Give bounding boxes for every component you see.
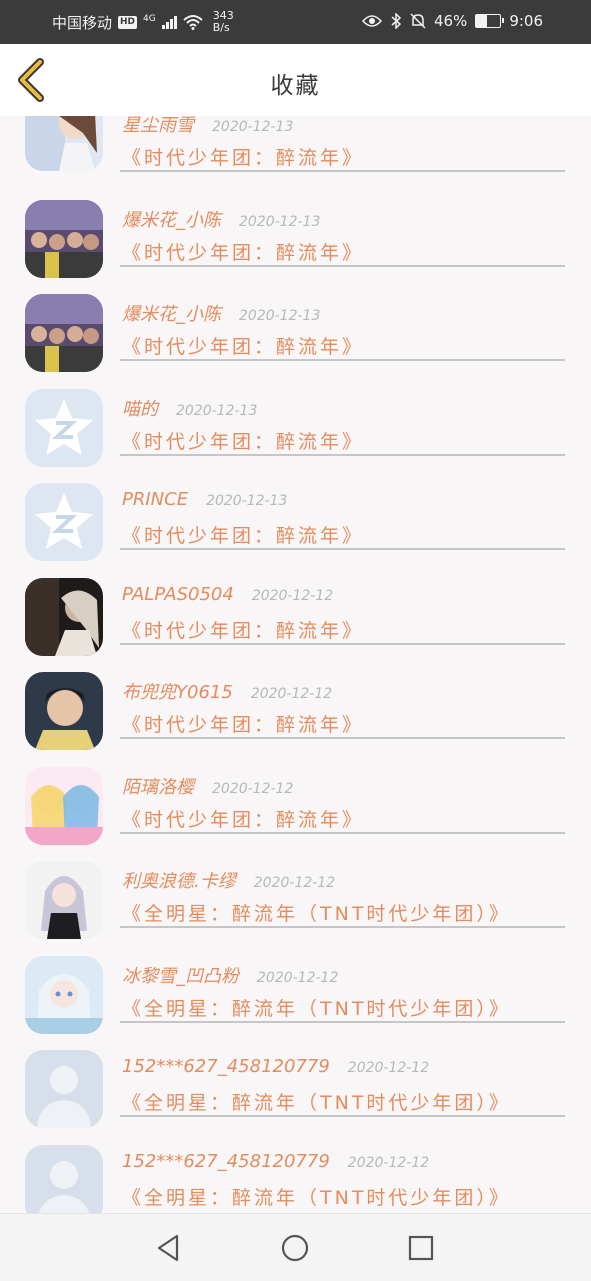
- favorite-title[interactable]: 《全明星：醉流年（TNT时代少年团）》: [122, 994, 511, 1021]
- battery-percent: 46%: [433, 12, 468, 30]
- post-date: 2020-12-12: [251, 587, 334, 604]
- qzone-star-avatar[interactable]: [25, 483, 103, 561]
- favorite-title[interactable]: 《时代少年团：醉流年》: [122, 805, 364, 832]
- list-item[interactable]: 爆米花_小陈 2020-12-13 《时代少年团：醉流年》: [0, 294, 591, 389]
- favorite-title[interactable]: 《时代少年团：醉流年》: [122, 616, 364, 643]
- divider: [120, 642, 565, 645]
- divider: [120, 737, 565, 739]
- username[interactable]: 爆米花_小陈: [122, 210, 221, 231]
- hd-badge: HD: [118, 15, 138, 29]
- list-item[interactable]: 爆米花_小陈 2020-12-13 《时代少年团：醉流年》: [0, 199, 591, 295]
- favorite-title[interactable]: 《全明星：醉流年（TNT时代少年团）》: [122, 1088, 511, 1115]
- boy-photo-avatar[interactable]: [25, 672, 103, 750]
- post-date: 2020-12-12: [257, 969, 339, 986]
- network-type: 4G: [143, 14, 156, 24]
- divider: [120, 1115, 565, 1117]
- username[interactable]: PALPAS0504: [122, 584, 234, 605]
- username[interactable]: 152***627_458120779: [122, 1151, 330, 1172]
- group-photo-avatar[interactable]: [25, 199, 103, 278]
- divider: [120, 264, 565, 267]
- dark-photo-avatar[interactable]: [25, 577, 103, 656]
- post-date: 2020-12-13: [239, 308, 321, 324]
- divider: [120, 1020, 565, 1023]
- anime-girls-avatar[interactable]: [25, 766, 103, 845]
- page-title: 收藏: [270, 73, 321, 99]
- list-item[interactable]: 冰黎雪_凹凸粉 2020-12-12 《全明星：醉流年（TNT时代少年团）》: [0, 955, 591, 1051]
- favorite-title[interactable]: 《时代少年团：醉流年》: [122, 710, 364, 737]
- favorite-title[interactable]: 《全明星：醉流年（TNT时代少年团）》: [122, 1183, 511, 1210]
- group-photo-avatar[interactable]: [25, 294, 103, 372]
- list-item[interactable]: 152***627_458120779 2020-12-12 《全明星：醉流年（T…: [0, 1050, 591, 1145]
- header-bar: 收藏: [0, 44, 591, 116]
- default-person-avatar[interactable]: [25, 1144, 103, 1213]
- speed-unit: B/s: [212, 21, 230, 34]
- status-bar: 中国移动 HD 4G 343 B/s 46% 9:06: [0, 0, 591, 44]
- username[interactable]: 152***627_458120779: [122, 1056, 330, 1077]
- anime-couple-avatar[interactable]: [25, 116, 103, 171]
- carrier-label: 中国移动: [52, 13, 113, 32]
- post-date: 2020-12-13: [176, 402, 258, 419]
- eye-icon: [361, 15, 382, 27]
- favorite-title[interactable]: 《时代少年团：醉流年》: [122, 238, 364, 265]
- username[interactable]: 星尘雨雪: [122, 116, 194, 136]
- list-item[interactable]: PALPAS0504 2020-12-12 《时代少年团：醉流年》: [0, 577, 591, 673]
- divider: [120, 831, 565, 834]
- anime-blue-avatar[interactable]: [25, 955, 103, 1034]
- home-circle-icon[interactable]: [279, 1232, 311, 1264]
- network-speed: 343 B/s: [213, 10, 234, 34]
- back-triangle-icon[interactable]: [153, 1232, 185, 1264]
- post-date: 2020-12-13: [239, 213, 321, 230]
- divider: [120, 359, 565, 361]
- default-person-avatar[interactable]: [25, 1050, 103, 1128]
- list-item[interactable]: 喵的 2020-12-13 《时代少年团：醉流年》: [0, 388, 591, 484]
- post-date: 2020-12-13: [212, 119, 294, 135]
- post-date: 2020-12-12: [212, 780, 294, 797]
- post-date: 2020-12-12: [347, 1060, 430, 1076]
- username[interactable]: 喵的: [122, 399, 158, 420]
- mute-bell-icon: [410, 13, 426, 29]
- username[interactable]: 陌璃洛樱: [122, 777, 194, 798]
- favorite-title[interactable]: 《时代少年团：醉流年》: [122, 143, 364, 170]
- signal-icon: [161, 15, 177, 29]
- clock: 9:06: [509, 12, 543, 30]
- username[interactable]: 利奥浪德.卡缪: [122, 871, 236, 892]
- username[interactable]: 爆米花_小陈: [122, 304, 221, 325]
- post-date: 2020-12-13: [206, 493, 288, 509]
- favorite-title[interactable]: 《全明星：醉流年（TNT时代少年团）》: [122, 899, 511, 926]
- anime-dark-avatar[interactable]: [25, 861, 103, 939]
- divider: [120, 926, 565, 928]
- post-date: 2020-12-12: [250, 686, 333, 702]
- wifi-icon: [183, 15, 203, 30]
- favorite-title[interactable]: 《时代少年团：醉流年》: [122, 332, 364, 359]
- bluetooth-icon: [391, 13, 402, 29]
- recents-square-icon[interactable]: [405, 1232, 437, 1264]
- battery-icon: [475, 14, 505, 28]
- divider: [120, 453, 565, 456]
- list-item[interactable]: PRINCE 2020-12-13 《时代少年团：醉流年》: [0, 483, 591, 578]
- list-item[interactable]: 星尘雨雪 2020-12-13 《时代少年团：醉流年》: [0, 116, 591, 200]
- list-item[interactable]: 陌璃洛樱 2020-12-12 《时代少年团：醉流年》: [0, 766, 591, 862]
- list-item[interactable]: 利奥浪德.卡缪 2020-12-12 《全明星：醉流年（TNT时代少年团）》: [0, 861, 591, 956]
- divider: [120, 548, 565, 550]
- post-date: 2020-12-12: [253, 875, 336, 891]
- favorites-list[interactable]: 星尘雨雪 2020-12-13 《时代少年团：醉流年》 爆米花_小陈 2020-12…: [0, 116, 591, 1213]
- list-item[interactable]: 152***627_458120779 2020-12-12 《全明星：醉流年（T…: [0, 1144, 591, 1213]
- qzone-star-avatar[interactable]: [25, 388, 103, 467]
- favorite-title[interactable]: 《时代少年团：醉流年》: [122, 521, 364, 548]
- favorite-title[interactable]: 《时代少年团：醉流年》: [122, 427, 364, 454]
- divider: [120, 170, 565, 172]
- username[interactable]: PRINCE: [122, 489, 188, 510]
- list-item[interactable]: 布兜兜Y0615 2020-12-12 《时代少年团：醉流年》: [0, 672, 591, 767]
- post-date: 2020-12-12: [347, 1154, 430, 1171]
- username[interactable]: 冰黎雪_凹凸粉: [122, 966, 239, 987]
- system-nav-bar: [0, 1213, 591, 1281]
- username[interactable]: 布兜兜Y0615: [122, 682, 233, 703]
